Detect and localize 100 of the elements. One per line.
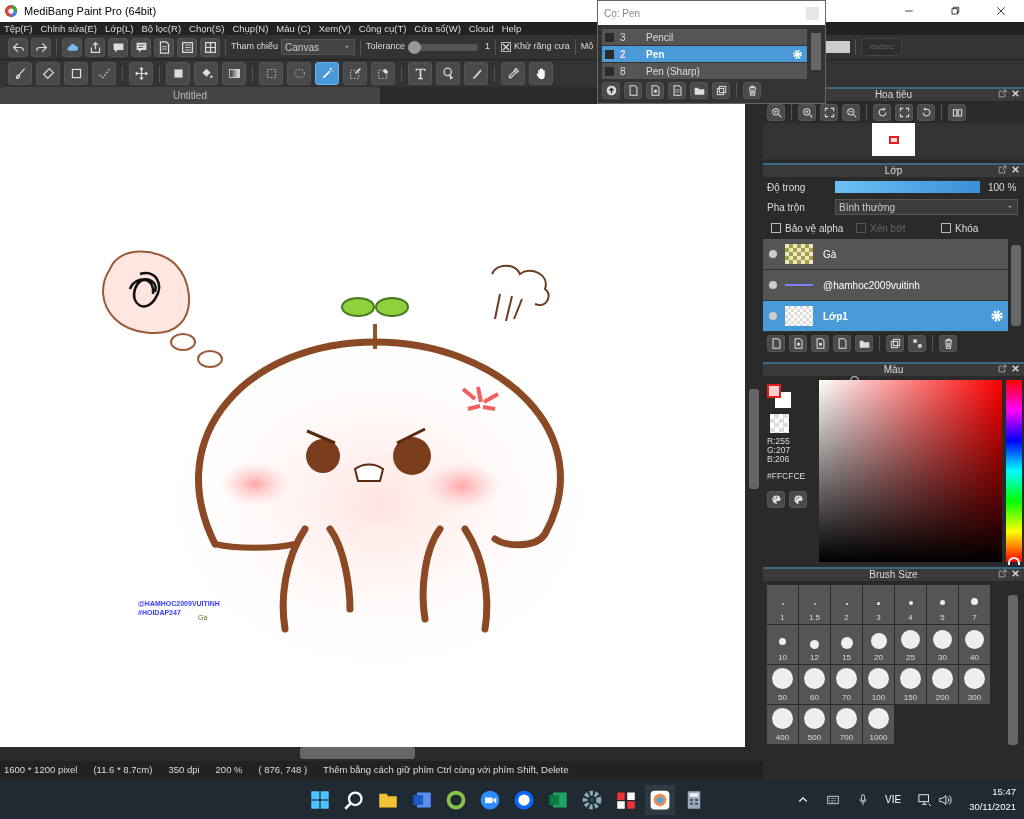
menu-item[interactable]: Bộ lọc(R) [137,22,186,35]
video-camera-icon[interactable] [480,789,500,810]
brush-size-option[interactable]: 20 [863,625,894,664]
brush-size-option[interactable]: 300 [959,665,990,704]
share-button[interactable] [85,37,105,57]
gear-icon[interactable] [990,309,1004,323]
menu-item[interactable]: Xem(V) [314,22,355,35]
menu-item[interactable]: Công cụ(T) [354,22,411,35]
scrollbar-thumb[interactable] [300,747,415,759]
checkbox[interactable] [771,223,781,233]
bucket-tool[interactable] [194,62,218,85]
upload-button[interactable] [602,81,620,99]
duplicate-button[interactable] [712,81,730,99]
brush-size-option[interactable]: 30 [927,625,958,664]
new-brush-button[interactable] [624,81,642,99]
start-icon[interactable] [310,789,330,810]
brush-size-option[interactable]: 40 [959,625,990,664]
speaker-icon[interactable] [937,792,954,807]
microphone-icon[interactable] [857,792,870,807]
transparent-swatch[interactable] [770,414,789,433]
visibility-dot[interactable] [769,250,777,258]
brush-size-option[interactable]: 2 [831,585,862,624]
delete-button[interactable] [743,81,761,99]
menu-item[interactable]: Chọn(S) [185,22,229,35]
brush-size-option[interactable]: 1000 [863,705,894,744]
clock-date[interactable]: 30/11/2021 [969,799,1016,814]
brush-size-option[interactable]: 4 [895,585,926,624]
background-color-swatch[interactable] [775,392,791,408]
brush-size-option[interactable]: 200 [927,665,958,704]
layer-row[interactable]: Lớp1 [763,301,1008,332]
brush-size-option[interactable]: 1.5 [799,585,830,624]
duplicate-button[interactable] [886,334,904,352]
list-button[interactable] [177,37,197,57]
hue-bar[interactable] [1006,380,1022,562]
brush-size-option[interactable]: 25 [895,625,926,664]
redo-button[interactable] [31,37,51,57]
folder-button[interactable] [855,334,873,352]
eyedropper-tool[interactable] [501,62,525,85]
search-field[interactable]: Cọ: Pen [598,1,825,25]
menu-item[interactable]: Lớp(L) [101,22,138,35]
document-tab[interactable]: Untitled [0,87,380,104]
menu-item[interactable]: Cloud [464,22,498,35]
flip-button[interactable] [948,103,966,121]
cloud-button[interactable] [62,37,82,57]
brush-size-option[interactable]: 12 [799,625,830,664]
grid-button[interactable] [200,37,220,57]
checkbox[interactable] [941,223,951,233]
clock-time[interactable]: 15:47 [992,785,1016,800]
text-tool[interactable] [408,62,432,85]
close-icon[interactable] [1011,569,1020,578]
menu-item[interactable]: Help [497,22,526,35]
scrollbar-thumb[interactable] [1008,595,1018,745]
brush-size-option[interactable]: 1 [767,585,798,624]
add-layer-button[interactable] [833,334,851,352]
checkbox[interactable] [501,42,512,52]
popout-icon[interactable] [998,569,1007,578]
layer-row[interactable]: @hamhoc2009vuitinh [763,270,1008,301]
document-button[interactable] [154,37,174,57]
new-layer-button[interactable] [767,334,785,352]
menu-item[interactable]: Tệp(F) [0,22,37,35]
brush-tool[interactable] [8,62,32,85]
scrollbar-thumb[interactable] [1011,245,1021,326]
language-indicator[interactable]: VIE [885,792,902,807]
copy-layer-button[interactable] [789,334,807,352]
brush-size-option[interactable]: 500 [799,705,830,744]
select-pen-tool[interactable] [343,62,367,85]
reference-select[interactable]: Canvas [281,39,356,55]
paint-app-icon[interactable] [650,789,670,810]
brush-size-option[interactable]: 100 [863,665,894,704]
close-icon[interactable] [1011,364,1020,373]
hand-tool[interactable] [529,62,553,85]
lasso-pointer-tool[interactable] [436,62,460,85]
chat-app-icon[interactable] [514,789,534,810]
brush-size-option[interactable]: 3 [863,585,894,624]
actual-size-button[interactable] [895,103,913,121]
visibility-dot[interactable] [769,312,777,320]
popout-icon[interactable] [998,165,1007,174]
chat-button[interactable] [131,37,151,57]
brush-row[interactable]: 2 Pen [602,46,807,62]
network-icon[interactable] [917,792,934,807]
brush-size-option[interactable]: 400 [767,705,798,744]
keyboard-icon[interactable] [825,793,842,806]
blend-select[interactable]: Bình thường [835,199,1018,215]
merge-button[interactable] [908,334,926,352]
settings-icon[interactable] [582,789,602,810]
rotate-left-button[interactable] [873,103,891,121]
visibility-dot[interactable] [769,281,777,289]
fit-button[interactable] [820,103,838,121]
close-icon[interactable] [1011,165,1020,174]
gradient-tool[interactable] [222,62,246,85]
slider-thumb[interactable] [408,40,422,54]
folder-button[interactable] [690,81,708,99]
foreground-color-swatch[interactable] [767,384,781,398]
menu-item[interactable]: Màu (C) [272,22,315,35]
scrollbar-thumb[interactable] [811,33,821,70]
menu-item[interactable]: Chụp(N) [228,22,273,35]
menu-item[interactable]: Cửa sổ(W) [410,22,465,35]
brush-size-option[interactable]: 60 [799,665,830,704]
eraser-tool[interactable] [36,62,60,85]
undo-button[interactable] [8,37,28,57]
